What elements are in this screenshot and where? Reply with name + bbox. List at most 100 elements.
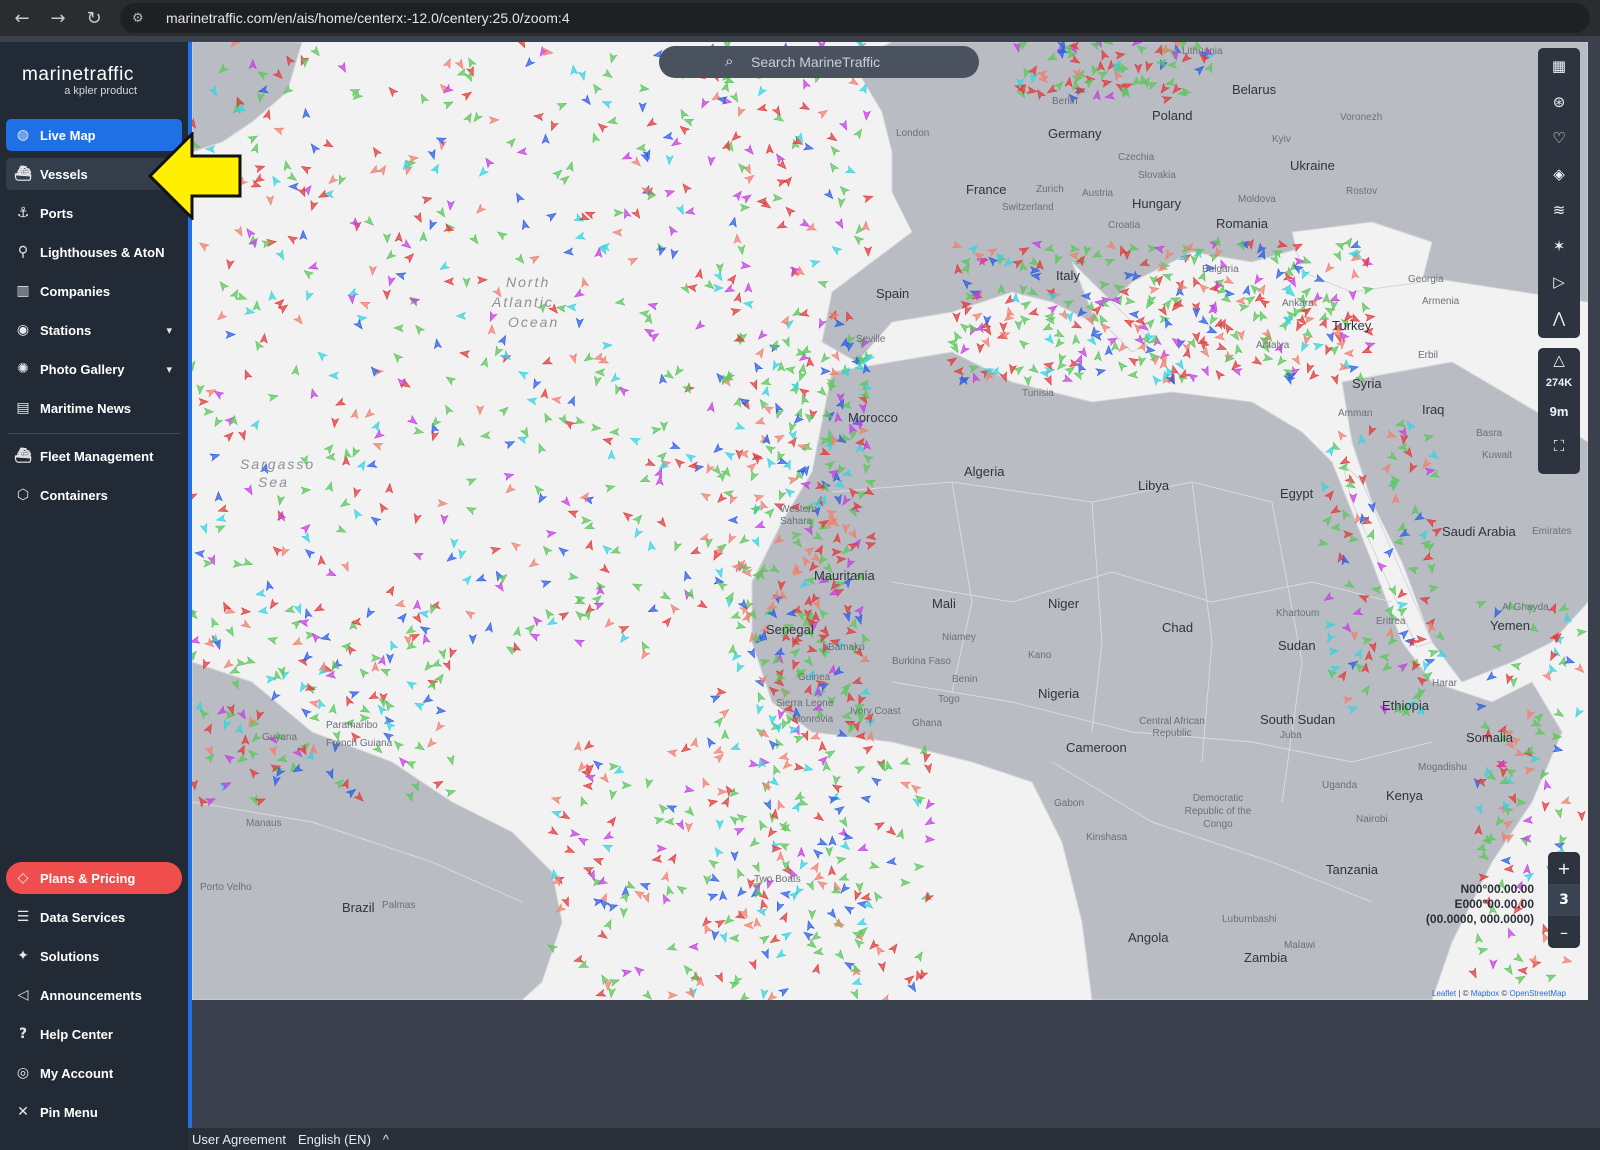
vessel-marker[interactable] xyxy=(1065,311,1074,323)
vessel-marker[interactable] xyxy=(273,125,285,136)
vessel-marker[interactable] xyxy=(584,539,595,551)
filter-icon[interactable]: ⊛ xyxy=(1538,84,1580,120)
vessel-marker[interactable] xyxy=(853,223,866,236)
vessel-marker[interactable] xyxy=(899,779,912,790)
vessel-marker[interactable] xyxy=(730,610,742,622)
vessel-marker[interactable] xyxy=(267,598,280,610)
vessel-marker[interactable] xyxy=(244,655,257,666)
vessel-marker[interactable] xyxy=(308,142,321,155)
vessel-marker[interactable] xyxy=(913,950,926,963)
vessel-marker[interactable] xyxy=(797,858,809,871)
vessel-marker[interactable] xyxy=(593,375,603,387)
vessel-marker[interactable] xyxy=(713,283,725,293)
vessel-marker[interactable] xyxy=(787,421,797,433)
vessel-marker[interactable] xyxy=(683,784,695,795)
vessel-marker[interactable] xyxy=(1055,359,1068,371)
vessel-marker[interactable] xyxy=(209,617,220,629)
vessel-marker[interactable] xyxy=(192,649,199,662)
vessel-marker[interactable] xyxy=(555,304,567,313)
vessel-marker[interactable] xyxy=(372,440,384,451)
vessel-marker[interactable] xyxy=(852,127,865,140)
vessel-marker[interactable] xyxy=(820,366,831,376)
vessel-marker[interactable] xyxy=(735,812,748,824)
vessel-marker[interactable] xyxy=(284,605,296,615)
vessel-marker[interactable] xyxy=(753,493,765,503)
vessel-marker[interactable] xyxy=(222,658,235,671)
vessel-marker[interactable] xyxy=(477,276,488,285)
vessel-marker[interactable] xyxy=(238,429,248,441)
vessel-marker[interactable] xyxy=(667,852,679,865)
vessel-marker[interactable] xyxy=(669,441,681,452)
vessel-marker[interactable] xyxy=(754,347,767,359)
vessel-marker[interactable] xyxy=(764,443,777,455)
vessel-marker[interactable] xyxy=(768,933,781,946)
vessel-marker[interactable] xyxy=(406,414,419,427)
vessel-marker[interactable] xyxy=(215,310,228,322)
vessel-marker[interactable] xyxy=(583,865,595,875)
vessel-marker[interactable] xyxy=(1489,959,1498,970)
vessel-marker[interactable] xyxy=(591,593,603,606)
vessel-marker[interactable] xyxy=(1134,316,1146,325)
vessel-marker[interactable] xyxy=(517,369,530,380)
vessel-marker[interactable] xyxy=(601,68,614,80)
vessel-marker[interactable] xyxy=(794,407,805,419)
vessel-marker[interactable] xyxy=(779,890,792,899)
vessel-marker[interactable] xyxy=(742,300,754,309)
vessel-marker[interactable] xyxy=(713,715,725,728)
vessel-marker[interactable] xyxy=(666,803,678,814)
vessel-marker[interactable] xyxy=(735,105,746,118)
vessel-marker[interactable] xyxy=(602,830,615,842)
vessel-marker[interactable] xyxy=(684,822,694,833)
vessel-marker[interactable] xyxy=(668,602,681,615)
vessel-marker[interactable] xyxy=(351,508,363,520)
vessel-marker[interactable] xyxy=(1542,779,1552,791)
vessel-marker[interactable] xyxy=(1298,340,1310,353)
vessel-marker[interactable] xyxy=(1545,972,1557,983)
vessel-marker[interactable] xyxy=(388,639,399,652)
vessel-marker[interactable] xyxy=(742,163,753,175)
vessel-marker[interactable] xyxy=(209,451,221,462)
vessel-marker[interactable] xyxy=(1503,864,1515,873)
vessel-marker[interactable] xyxy=(265,195,275,206)
vessel-marker[interactable] xyxy=(435,706,447,715)
vessel-marker[interactable] xyxy=(298,618,310,628)
vessel-marker[interactable] xyxy=(1095,367,1107,377)
vessel-marker[interactable] xyxy=(254,588,267,598)
vessel-marker[interactable] xyxy=(1074,354,1085,366)
vessel-marker[interactable] xyxy=(724,450,736,461)
vessel-marker[interactable] xyxy=(447,646,458,659)
vessel-marker[interactable] xyxy=(595,988,607,999)
vessel-marker[interactable] xyxy=(1215,342,1228,353)
vessel-marker[interactable] xyxy=(781,759,794,771)
vessel-marker[interactable] xyxy=(196,384,205,396)
vessel-marker[interactable] xyxy=(313,602,326,614)
vessel-marker[interactable] xyxy=(300,486,312,495)
reload-icon[interactable]: ↻ xyxy=(76,0,112,36)
vessel-marker[interactable] xyxy=(461,573,473,586)
vessel-marker[interactable] xyxy=(756,103,768,113)
vessel-marker[interactable] xyxy=(743,921,754,930)
vessel-marker[interactable] xyxy=(639,648,651,660)
vessel-marker[interactable] xyxy=(699,97,710,109)
vessel-marker[interactable] xyxy=(516,42,528,49)
vessel-marker[interactable] xyxy=(1093,350,1102,362)
vessel-marker[interactable] xyxy=(581,94,593,106)
vessel-marker[interactable] xyxy=(317,189,330,200)
vessel-marker[interactable] xyxy=(833,804,846,816)
vessel-marker[interactable] xyxy=(669,248,679,260)
vessel-marker[interactable] xyxy=(638,309,650,319)
vessel-marker[interactable] xyxy=(413,323,426,336)
vessel-marker[interactable] xyxy=(477,166,490,178)
arrow-left-icon[interactable]: ← xyxy=(4,0,40,36)
sidebar-item-companies[interactable]: ▥ Companies xyxy=(6,275,182,307)
vessel-marker[interactable] xyxy=(704,462,715,475)
vessel-marker[interactable] xyxy=(838,184,850,197)
vessel-marker[interactable] xyxy=(581,516,592,525)
leaflet-link[interactable]: Leaflet xyxy=(1432,989,1456,998)
vessel-marker[interactable] xyxy=(900,878,911,887)
vessel-marker[interactable] xyxy=(854,763,866,775)
vessel-marker[interactable] xyxy=(1503,963,1515,976)
sidebar-item-announcements[interactable]: ◁ Announcements xyxy=(6,979,182,1011)
vessel-marker[interactable] xyxy=(412,612,424,624)
vessel-marker[interactable] xyxy=(629,435,642,446)
